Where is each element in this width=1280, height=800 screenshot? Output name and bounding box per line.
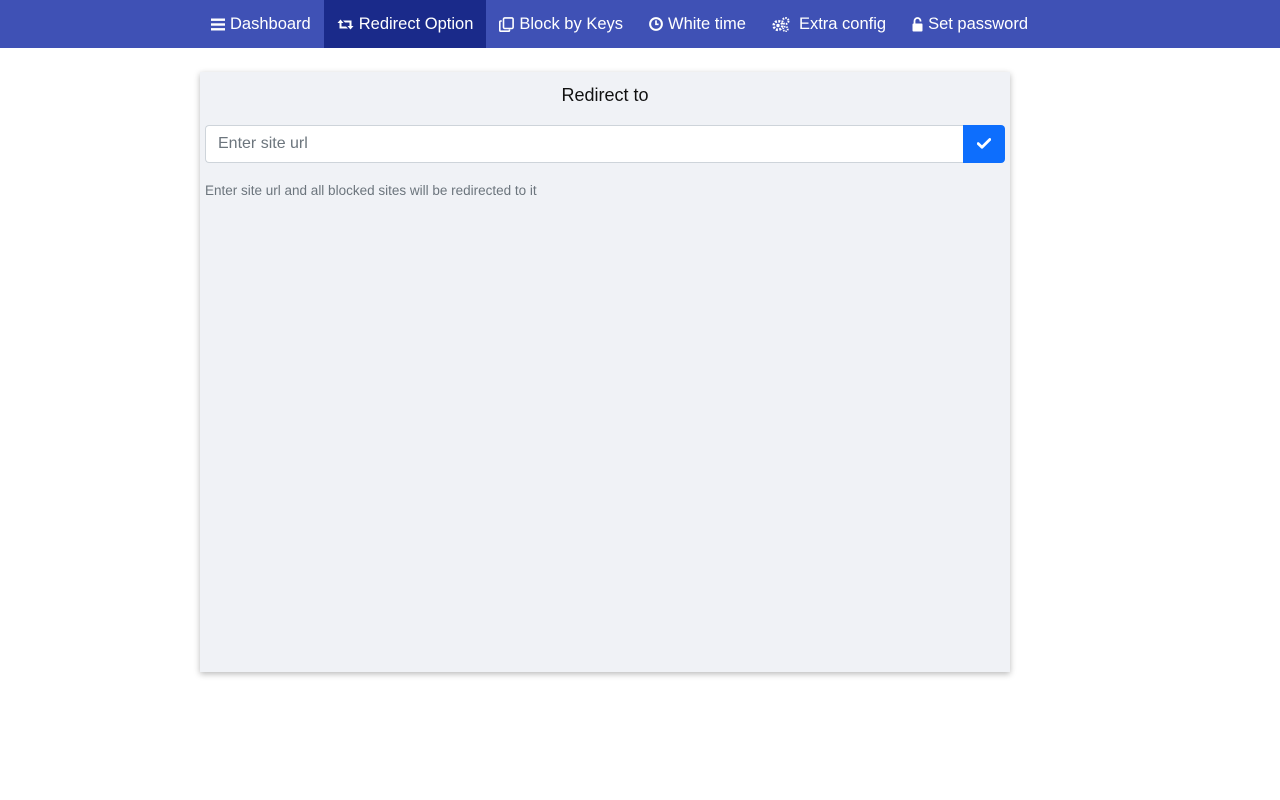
submit-button[interactable] bbox=[963, 125, 1005, 163]
nav-item-label: White time bbox=[668, 15, 746, 34]
site-url-input[interactable] bbox=[205, 125, 963, 163]
unlock-icon bbox=[912, 17, 923, 32]
nav-item-label: Dashboard bbox=[230, 15, 311, 34]
nav-item-label: Block by Keys bbox=[519, 15, 623, 34]
copy-icon bbox=[499, 17, 514, 32]
redirect-input-group bbox=[205, 125, 1005, 163]
help-text: Enter site url and all blocked sites wil… bbox=[205, 183, 537, 198]
nav-item-label: Extra config bbox=[799, 15, 886, 34]
bars-icon bbox=[211, 18, 225, 31]
nav-item-label: Set password bbox=[928, 15, 1028, 34]
nav-item-white-time[interactable]: White time bbox=[636, 0, 759, 48]
card-title: Redirect to bbox=[200, 85, 1010, 106]
nav-item-redirect-option[interactable]: Redirect Option bbox=[324, 0, 487, 48]
retweet-icon bbox=[337, 18, 354, 31]
redirect-card: Redirect to Enter site url and all block… bbox=[200, 72, 1010, 672]
nav-item-block-by-keys[interactable]: Block by Keys bbox=[486, 0, 636, 48]
top-navbar: Dashboard Redirect Option Block by Keys … bbox=[0, 0, 1280, 48]
check-icon bbox=[977, 137, 991, 152]
nav-item-label: Redirect Option bbox=[359, 15, 474, 34]
nav-item-extra-config[interactable]: Extra config bbox=[759, 0, 899, 48]
nav-item-set-password[interactable]: Set password bbox=[899, 0, 1041, 48]
nav-item-dashboard[interactable]: Dashboard bbox=[198, 0, 324, 48]
clock-icon bbox=[649, 17, 663, 31]
gears-icon bbox=[772, 17, 790, 32]
